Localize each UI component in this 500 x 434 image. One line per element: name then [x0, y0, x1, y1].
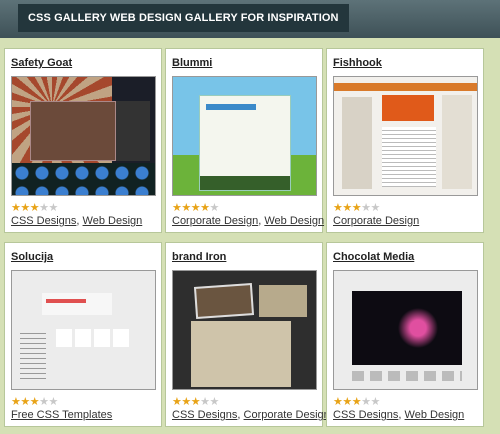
- category-link[interactable]: Free CSS Templates: [11, 409, 112, 421]
- gallery-grid: Safety Goat ★★★★★ CSS Designs, Web Desig…: [0, 38, 500, 434]
- category-links: Corporate Design: [333, 215, 419, 227]
- star-icon: ★: [209, 202, 220, 214]
- star-icon: ★: [351, 202, 362, 214]
- star-icon: ★: [190, 202, 201, 214]
- category-links: Corporate Design, Web Design: [172, 215, 325, 227]
- category-links: Free CSS Templates: [11, 409, 112, 421]
- category-link[interactable]: CSS Designs: [333, 409, 398, 421]
- category-link[interactable]: Corporate Design: [172, 215, 258, 227]
- rating-stars: ★★★★★: [11, 202, 58, 214]
- category-link[interactable]: Web Design: [264, 215, 324, 227]
- rating-stars: ★★★★★: [11, 396, 58, 408]
- star-icon: ★: [172, 396, 182, 408]
- gallery-card: brand Iron ★★★★★ CSS Designs, Corporate …: [165, 242, 330, 427]
- star-icon: ★: [370, 202, 381, 214]
- category-links: CSS Designs, Web Design: [11, 215, 143, 227]
- star-icon: ★: [333, 202, 343, 214]
- gallery-card: Safety Goat ★★★★★ CSS Designs, Web Desig…: [4, 48, 162, 233]
- star-icon: ★: [190, 396, 201, 408]
- gallery-card: Blummi ★★★★★ Corporate Design, Web Desig…: [165, 48, 325, 233]
- rating-stars: ★★★★★: [333, 202, 380, 214]
- star-icon: ★: [370, 396, 381, 408]
- star-icon: ★: [39, 202, 49, 214]
- gallery-card: Fishhook ★★★★★ Corporate Design: [326, 48, 484, 233]
- site-title-link[interactable]: Blummi: [172, 57, 212, 69]
- category-links: CSS Designs, Corporate Design: [172, 409, 330, 421]
- star-icon: ★: [342, 202, 352, 214]
- page-title: CSS GALLERY WEB DESIGN GALLERY FOR INSPI…: [18, 4, 349, 32]
- rating-stars: ★★★★★: [172, 202, 219, 214]
- star-icon: ★: [48, 202, 59, 214]
- gallery-card: Solucija ★★★★★ Free CSS Templates: [4, 242, 162, 427]
- site-title-link[interactable]: Safety Goat: [11, 57, 72, 69]
- site-title-link[interactable]: Chocolat Media: [333, 251, 414, 263]
- site-title-link[interactable]: brand Iron: [172, 251, 226, 263]
- star-icon: ★: [351, 396, 362, 408]
- site-thumbnail[interactable]: [11, 76, 156, 196]
- star-icon: ★: [181, 396, 191, 408]
- star-icon: ★: [29, 202, 40, 214]
- star-icon: ★: [209, 396, 220, 408]
- star-icon: ★: [39, 396, 49, 408]
- star-icon: ★: [11, 202, 21, 214]
- category-link[interactable]: Web Design: [83, 215, 143, 227]
- star-icon: ★: [48, 396, 59, 408]
- category-link[interactable]: Corporate Design: [333, 215, 419, 227]
- site-thumbnail[interactable]: [333, 76, 478, 196]
- star-icon: ★: [200, 202, 210, 214]
- site-thumbnail[interactable]: [333, 270, 478, 390]
- category-link[interactable]: CSS Designs: [172, 409, 237, 421]
- site-title-link[interactable]: Solucija: [11, 251, 53, 263]
- star-icon: ★: [29, 396, 40, 408]
- star-icon: ★: [20, 202, 30, 214]
- star-icon: ★: [361, 202, 371, 214]
- site-title-link[interactable]: Fishhook: [333, 57, 382, 69]
- star-icon: ★: [333, 396, 343, 408]
- gallery-card: Chocolat Media ★★★★★ CSS Designs, Web De…: [326, 242, 484, 427]
- category-link[interactable]: Web Design: [405, 409, 465, 421]
- category-link[interactable]: CSS Designs: [11, 215, 76, 227]
- header-bar: CSS GALLERY WEB DESIGN GALLERY FOR INSPI…: [0, 0, 500, 38]
- star-icon: ★: [361, 396, 371, 408]
- site-thumbnail[interactable]: [11, 270, 156, 390]
- star-icon: ★: [11, 396, 21, 408]
- category-link[interactable]: Corporate Design: [244, 409, 330, 421]
- star-icon: ★: [342, 396, 352, 408]
- star-icon: ★: [181, 202, 191, 214]
- site-thumbnail[interactable]: [172, 76, 317, 196]
- star-icon: ★: [20, 396, 30, 408]
- rating-stars: ★★★★★: [172, 396, 219, 408]
- rating-stars: ★★★★★: [333, 396, 380, 408]
- category-links: CSS Designs, Web Design: [333, 409, 465, 421]
- star-icon: ★: [200, 396, 210, 408]
- star-icon: ★: [172, 202, 182, 214]
- site-thumbnail[interactable]: [172, 270, 317, 390]
